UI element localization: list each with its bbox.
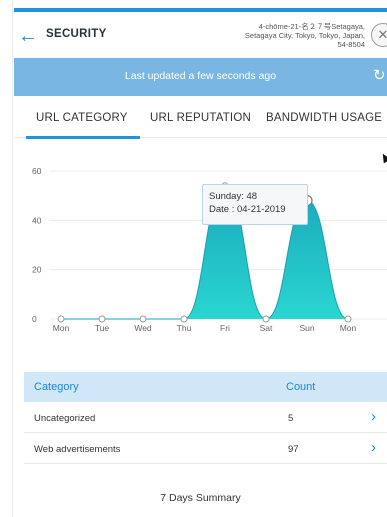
y-tick-label: 60 (32, 166, 42, 176)
x-tick-label: Tue (95, 323, 110, 333)
location-address: 4-chōme-21-名２７号Setagaya, Setagaya City, … (244, 22, 365, 49)
x-tick-label: Fri (220, 323, 230, 333)
tab-bandwidth-usage[interactable]: BANDWIDTH USAGE (266, 112, 382, 124)
x-tick-label: Sat (260, 323, 273, 333)
x-tick-label: Thu (177, 323, 192, 333)
data-point (262, 315, 270, 323)
active-tab-indicator (26, 136, 140, 139)
data-point (344, 315, 352, 323)
row-count: 97 (288, 444, 299, 455)
chevron-right-icon[interactable]: › (371, 409, 376, 425)
arrow-left-icon[interactable]: ← (18, 25, 40, 47)
x-tick-label: Wed (134, 323, 152, 333)
tab-url-reputation[interactable]: URL REPUTATION (150, 112, 251, 124)
data-point (180, 315, 188, 323)
x-tick-label: Mon (340, 323, 357, 333)
tooltip-value: Sunday: 48 (209, 191, 258, 202)
chart-svg: 0 20 40 60 Mon Tue Wed Thu Fri Sat Sun Mon (32, 166, 387, 333)
y-tick-label: 0 (32, 314, 37, 324)
y-tick-label: 40 (32, 215, 42, 225)
y-tick-label: 20 (32, 265, 42, 275)
table-header: Category Count (24, 372, 387, 402)
url-category-chart: 0 20 40 60 Mon Tue Wed Thu Fri Sat Sun Mon (14, 140, 387, 340)
page-title: SECURITY (46, 28, 107, 40)
last-updated-bar: Last updated a few seconds ago ↻ (14, 58, 387, 96)
column-header-category: Category (34, 381, 79, 393)
tab-url-category[interactable]: URL CATEGORY (36, 112, 128, 124)
data-point (139, 315, 147, 323)
x-tick-label: Sun (299, 323, 314, 333)
data-point (57, 315, 65, 323)
row-category: Web advertisements (34, 444, 121, 455)
row-count: 5 (288, 413, 294, 424)
seven-days-summary: 7 Days Summary (160, 492, 241, 504)
app-header: ← SECURITY 4-chōme-21-名２７号Setagaya, Seta… (14, 12, 387, 58)
table-row[interactable]: Web advertisements 97 › (24, 433, 387, 464)
security-app: ← SECURITY 4-chōme-21-名２７号Setagaya, Seta… (14, 0, 387, 517)
chart-tooltip: Sunday: 48 Date : 04-21-2019 (202, 184, 308, 225)
chevron-right-icon[interactable]: › (371, 440, 376, 456)
table-row[interactable]: Uncategorized 5 › (24, 402, 387, 433)
row-category: Uncategorized (34, 413, 96, 424)
close-icon[interactable]: ✕ (371, 23, 387, 47)
data-point (98, 315, 106, 323)
tooltip-date: Date : 04-21-2019 (209, 204, 286, 215)
column-header-count: Count (286, 381, 316, 393)
x-tick-label: Mon (53, 323, 70, 333)
left-frame-edge (0, 0, 13, 517)
tab-bar: URL CATEGORY URL REPUTATION BANDWIDTH US… (14, 96, 387, 139)
refresh-icon[interactable]: ↻ (373, 67, 387, 85)
last-updated-text: Last updated a few seconds ago (124, 70, 277, 82)
